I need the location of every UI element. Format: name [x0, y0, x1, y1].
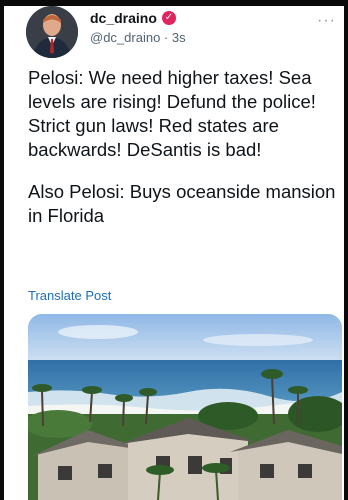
- right-edge: [344, 0, 348, 500]
- tweet-header: dc_draino ✓ @dc_draino · 3s ···: [26, 6, 342, 58]
- avatar-image: [26, 6, 78, 58]
- translate-post-link[interactable]: Translate Post: [28, 288, 111, 303]
- mansion-photo: [28, 314, 342, 500]
- more-options-icon[interactable]: ···: [317, 12, 336, 30]
- handle[interactable]: @dc_draino: [90, 30, 160, 45]
- display-name-row: dc_draino ✓: [90, 10, 186, 26]
- verified-badge-icon: ✓: [161, 11, 176, 25]
- left-edge: [0, 0, 4, 500]
- author-names: dc_draino ✓ @dc_draino · 3s: [90, 10, 186, 45]
- tweet-text: Pelosi: We need higher taxes! Sea levels…: [28, 66, 336, 246]
- display-name[interactable]: dc_draino: [90, 10, 157, 26]
- handle-row: @dc_draino · 3s: [90, 30, 186, 45]
- tweet-paragraph-1: Pelosi: We need higher taxes! Sea levels…: [28, 67, 316, 160]
- avatar[interactable]: [26, 6, 78, 58]
- tweet-card: dc_draino ✓ @dc_draino · 3s ··· Pelosi: …: [0, 0, 348, 500]
- timestamp[interactable]: 3s: [172, 30, 186, 45]
- tweet-media-image[interactable]: [28, 314, 342, 500]
- tweet-paragraph-2: Also Pelosi: Buys oceanside mansion in F…: [28, 181, 336, 226]
- separator: ·: [163, 30, 169, 45]
